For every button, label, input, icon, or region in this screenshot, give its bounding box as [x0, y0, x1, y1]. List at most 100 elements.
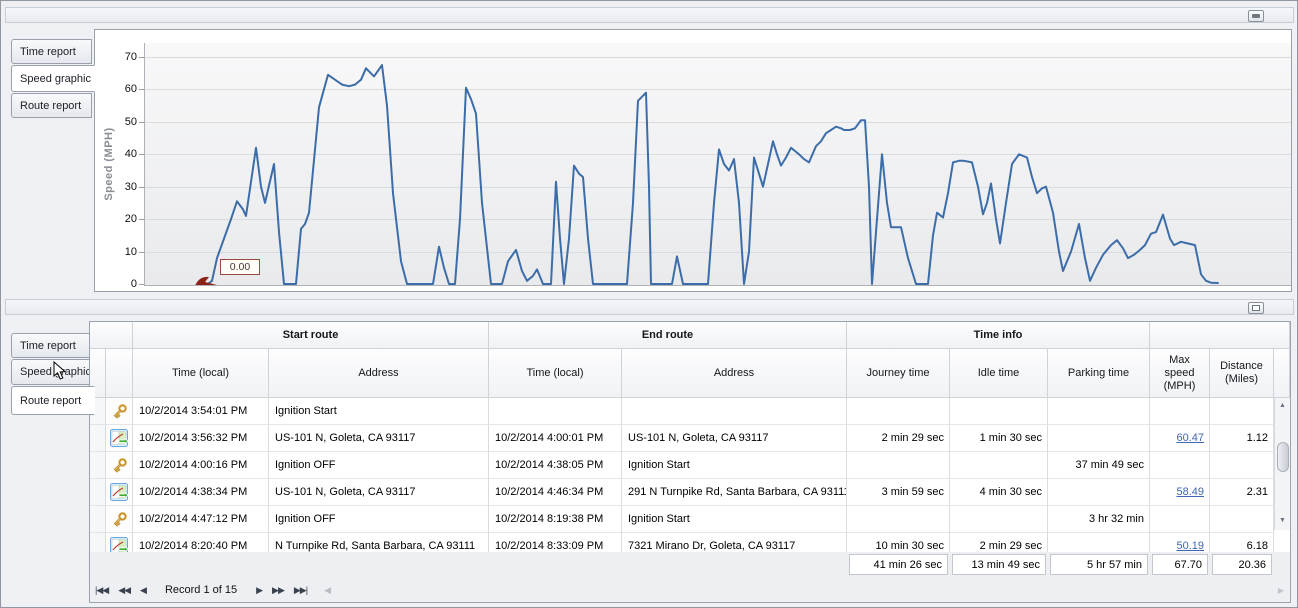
tab-speed-graphic[interactable]: Speed graphic	[11, 65, 95, 92]
cell-address: N Turnpike Rd, Santa Barbara, CA 93111	[269, 533, 489, 552]
y-tick-label: 40	[107, 148, 137, 160]
cell-address: Ignition OFF	[269, 506, 489, 533]
max-speed-link[interactable]: 58.49	[1176, 486, 1204, 498]
table-row[interactable]: 10/2/2014 8:20:40 PMN Turnpike Rd, Santa…	[90, 533, 1290, 552]
summary-idle-time: 13 min 49 sec	[952, 554, 1046, 575]
grid-group-row: Start routeEnd routeTime info	[90, 322, 1290, 349]
column-header-maxspeedmph[interactable]: Max speed (MPH)	[1150, 349, 1210, 398]
scroll-up-icon[interactable]: ▲	[1275, 402, 1290, 409]
table-row[interactable]: 10/2/2014 4:00:16 PMIgnition OFF10/2/201…	[90, 452, 1290, 479]
collapse-dash-icon	[1252, 14, 1260, 18]
y-tick-label: 0	[107, 278, 137, 290]
bottom-panel-collapse-button[interactable]	[1248, 302, 1264, 314]
max-speed-link[interactable]: 50.19	[1176, 540, 1204, 552]
cell-idletime	[950, 506, 1048, 533]
cell-journeytime: 10 min 30 sec	[847, 533, 950, 552]
column-header-journeytime[interactable]: Journey time	[847, 349, 950, 398]
scrollbar-thumb[interactable]	[1277, 442, 1289, 472]
cell-distancemiles: 6.18	[1210, 533, 1274, 552]
cell-journeytime: 3 min 59 sec	[847, 479, 950, 506]
collapse-box-icon	[1252, 305, 1260, 311]
grid-column-row: Time (local)AddressTime (local)AddressJo…	[90, 349, 1290, 398]
nav-first-button[interactable]: |◀◀	[95, 585, 108, 596]
cell-distancemiles	[1210, 452, 1274, 479]
cell-timelocal: 10/2/2014 8:20:40 PM	[133, 533, 269, 552]
cell-timelocal: 10/2/2014 4:38:34 PM	[133, 479, 269, 506]
cell-parkingtime	[1048, 398, 1150, 425]
group-header-time-info[interactable]: Time info	[847, 322, 1150, 349]
cell-idletime	[950, 398, 1048, 425]
table-row[interactable]: 10/2/2014 3:56:32 PM US-101 N, Goleta, CA…	[90, 425, 1290, 452]
key-icon	[106, 506, 133, 533]
cell-journeytime	[847, 506, 950, 533]
cell-journeytime	[847, 452, 950, 479]
y-tick-label: 60	[107, 83, 137, 95]
cell-journeytime	[847, 398, 950, 425]
top-panel-collapse-button[interactable]	[1248, 10, 1264, 22]
group-header-blank	[1150, 322, 1290, 349]
column-header-timelocal[interactable]: Time (local)	[489, 349, 622, 398]
cell-timelocal: 10/2/2014 4:00:16 PM	[133, 452, 269, 479]
y-tick-label: 70	[107, 51, 137, 63]
nav-last-button[interactable]: ▶▶|	[294, 585, 307, 596]
max-speed-link[interactable]: 60.47	[1176, 432, 1204, 444]
column-header-idletime[interactable]: Idle time	[950, 349, 1048, 398]
summary-max-speed: 67.70	[1152, 554, 1208, 575]
nav-prev-page-button[interactable]: ◀◀	[118, 585, 130, 596]
cell-timelocal: 10/2/2014 8:19:38 PM	[489, 506, 622, 533]
table-row[interactable]: 10/2/2014 4:38:34 PMUS-101 N, Goleta, CA…	[90, 479, 1290, 506]
column-header-address[interactable]: Address	[269, 349, 489, 398]
nav-next-page-button[interactable]: ▶▶	[272, 585, 284, 596]
table-row[interactable]: 10/2/2014 3:54:01 PMIgnition Start	[90, 398, 1290, 425]
cell-timelocal: 10/2/2014 4:00:01 PM	[489, 425, 622, 452]
row-indicator	[90, 425, 106, 452]
hscroll-right-icon[interactable]: ▶	[1278, 586, 1284, 595]
group-header-start-route[interactable]: Start route	[133, 322, 489, 349]
cell-maxspeedmph	[1150, 452, 1210, 479]
cell-distancemiles: 1.12	[1210, 425, 1274, 452]
hscroll-left-icon[interactable]: ◀	[324, 585, 330, 596]
cell-parkingtime	[1048, 533, 1150, 552]
cell-distancemiles	[1210, 506, 1274, 533]
cell-parkingtime: 37 min 49 sec	[1048, 452, 1150, 479]
column-header-parkingtime[interactable]: Parking time	[1048, 349, 1150, 398]
cell-idletime: 4 min 30 sec	[950, 479, 1048, 506]
column-header-timelocal[interactable]: Time (local)	[133, 349, 269, 398]
cell-idletime	[950, 452, 1048, 479]
grid-rows: 10/2/2014 3:54:01 PMIgnition Start10/2/2…	[90, 398, 1290, 552]
cell-timelocal: 10/2/2014 3:54:01 PM	[133, 398, 269, 425]
group-header-blank	[90, 322, 133, 349]
scroll-down-icon[interactable]: ▼	[1275, 517, 1290, 524]
nav-next-button[interactable]: ▶	[256, 585, 262, 596]
y-tick-label: 20	[107, 213, 137, 225]
route-report-grid: Start routeEnd routeTime infoTime (local…	[89, 321, 1291, 603]
cell-maxspeedmph	[1150, 506, 1210, 533]
cell-address: Ignition Start	[622, 506, 847, 533]
cell-address: US-101 N, Goleta, CA 93117	[622, 425, 847, 452]
cell-maxspeedmph: 50.19	[1150, 533, 1210, 552]
tab-speed-graphic[interactable]: Speed graphic	[11, 359, 92, 385]
cell-timelocal: 10/2/2014 3:56:32 PM	[133, 425, 269, 452]
cell-address	[622, 398, 847, 425]
route-icon	[106, 533, 133, 552]
nav-prev-button[interactable]: ◀	[140, 585, 146, 596]
tab-route-report[interactable]: Route report	[11, 386, 95, 415]
row-indicator	[90, 533, 106, 552]
speed-line-chart	[145, 43, 1291, 285]
column-header-address[interactable]: Address	[622, 349, 847, 398]
column-header-distancemiles[interactable]: Distance (Miles)	[1210, 349, 1274, 398]
cell-address: Ignition Start	[622, 452, 847, 479]
summary-journey-time: 41 min 26 sec	[849, 554, 948, 575]
table-row[interactable]: 10/2/2014 4:47:12 PMIgnition OFF10/2/201…	[90, 506, 1290, 533]
cell-parkingtime	[1048, 425, 1150, 452]
tab-time-report[interactable]: Time report	[11, 333, 92, 358]
key-icon	[106, 398, 133, 425]
vertical-scrollbar[interactable]: ▲ ▼	[1274, 398, 1290, 530]
summary-parking-time: 5 hr 57 min	[1050, 554, 1148, 575]
cell-address: Ignition Start	[269, 398, 489, 425]
tab-time-report[interactable]: Time report	[11, 39, 92, 64]
group-header-end-route[interactable]: End route	[489, 322, 847, 349]
summary-distance: 20.36	[1212, 554, 1272, 575]
top-panel-caption	[5, 7, 1294, 23]
tab-route-report[interactable]: Route report	[11, 93, 92, 118]
